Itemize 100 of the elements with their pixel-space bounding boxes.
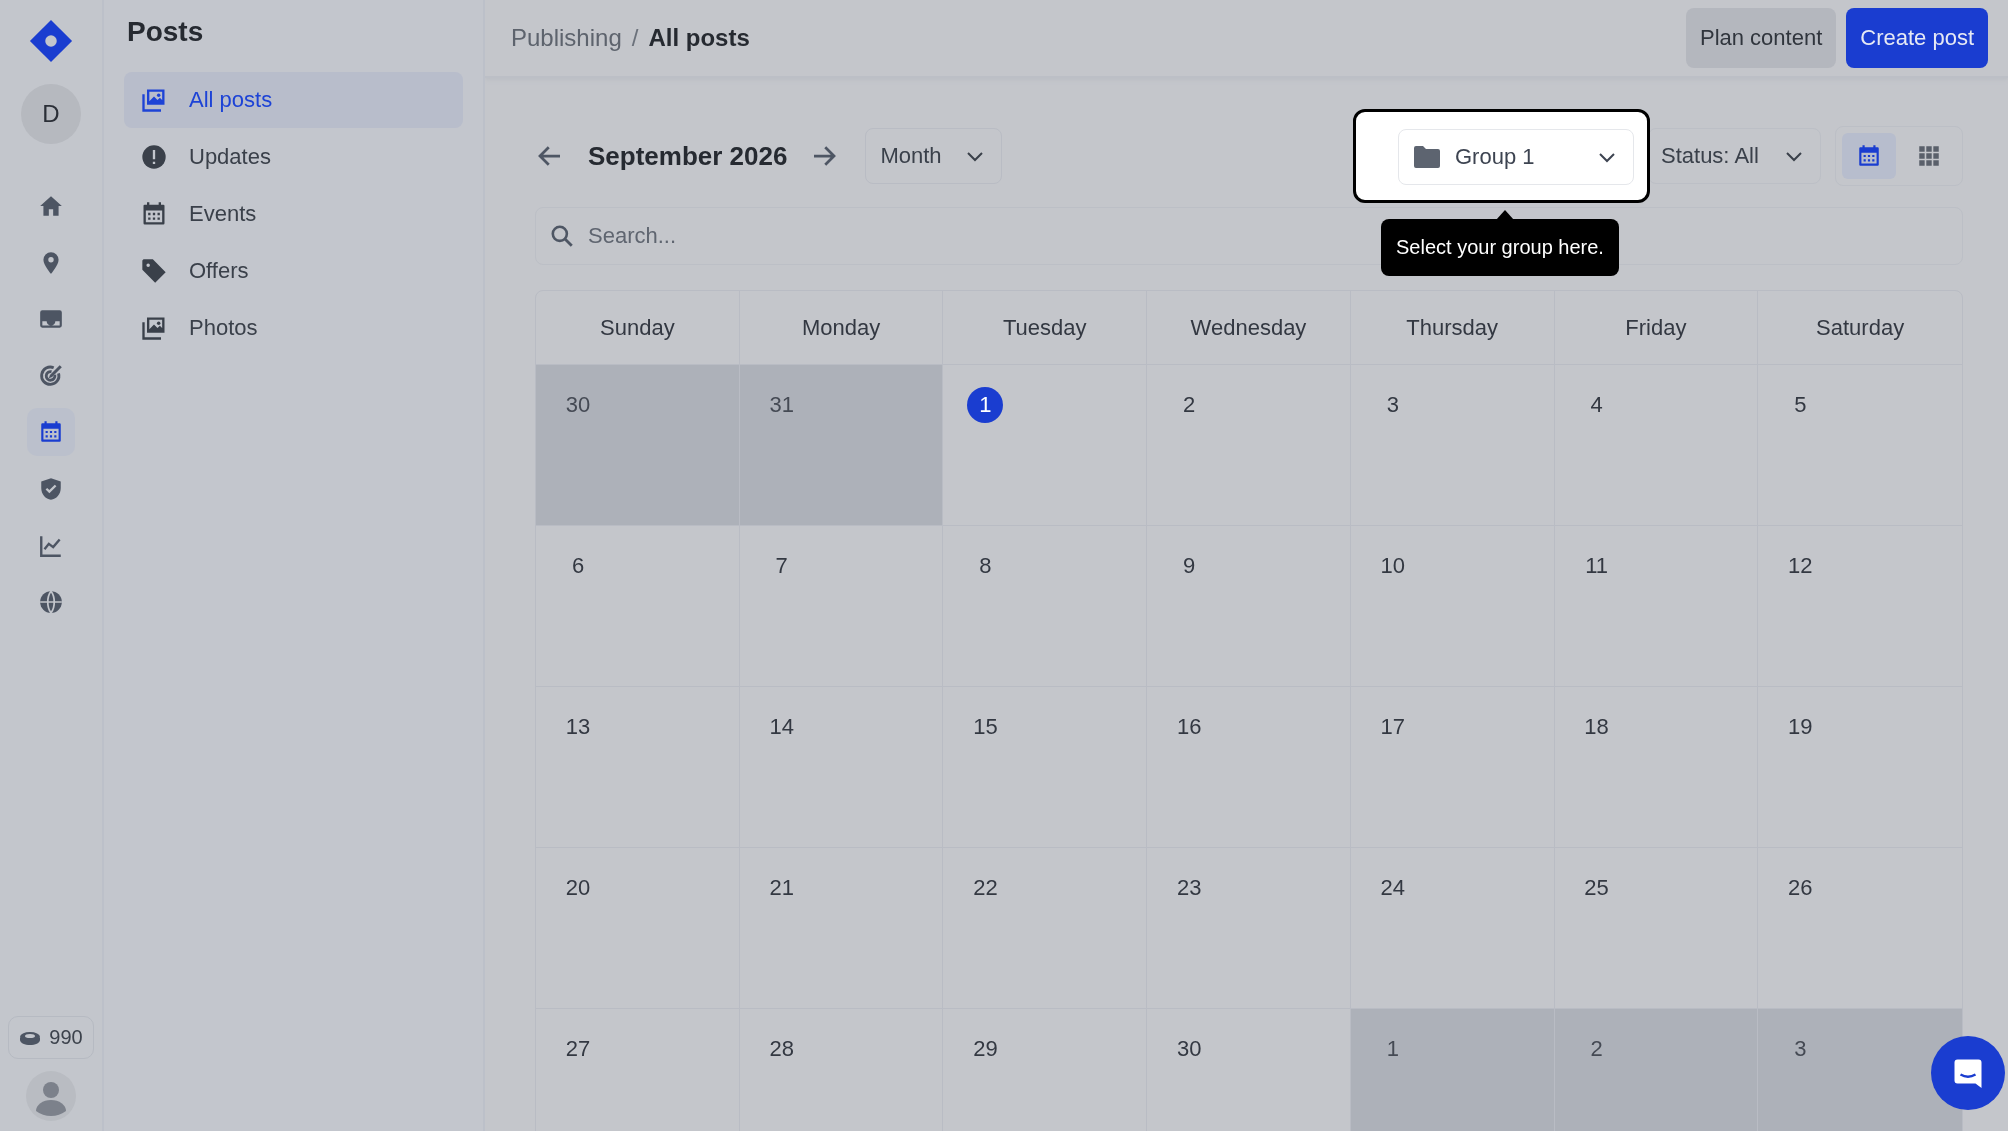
day-cell[interactable]: 10 bbox=[1350, 526, 1555, 687]
day-cell[interactable]: 21 bbox=[739, 848, 944, 1009]
calendar-icon bbox=[1856, 143, 1882, 169]
account-avatar[interactable]: D bbox=[21, 84, 81, 144]
day-cell[interactable]: 7 bbox=[739, 526, 944, 687]
plan-content-button[interactable]: Plan content bbox=[1685, 8, 1837, 68]
day-number: 2 bbox=[1182, 391, 1197, 419]
target-pencil-icon bbox=[38, 362, 64, 389]
day-cell[interactable]: 3 bbox=[1350, 365, 1555, 526]
day-cell[interactable]: 1 bbox=[1350, 1009, 1555, 1131]
day-cell[interactable]: 11 bbox=[1554, 526, 1759, 687]
day-number: 31 bbox=[768, 391, 795, 419]
day-cell[interactable]: 4 bbox=[1554, 365, 1759, 526]
day-cell[interactable]: 22 bbox=[943, 848, 1148, 1009]
day-number: 8 bbox=[978, 552, 993, 580]
day-number: 3 bbox=[1793, 1035, 1808, 1063]
day-cell[interactable]: 16 bbox=[1147, 687, 1351, 848]
user-avatar-icon bbox=[26, 1071, 76, 1121]
create-post-button[interactable]: Create post bbox=[1846, 8, 1988, 68]
day-cell[interactable]: 12 bbox=[1758, 526, 1962, 687]
shield-check-icon bbox=[38, 475, 64, 502]
search-icon bbox=[549, 223, 575, 249]
day-cell[interactable]: 5 bbox=[1758, 365, 1962, 526]
day-cell[interactable]: 15 bbox=[943, 687, 1148, 848]
day-number: 4 bbox=[1589, 391, 1604, 419]
day-number: 26 bbox=[1787, 874, 1814, 902]
day-number: 28 bbox=[768, 1035, 795, 1063]
day-number: 3 bbox=[1385, 391, 1400, 419]
day-cell[interactable]: 9 bbox=[1147, 526, 1351, 687]
day-cell[interactable]: 1 bbox=[943, 365, 1148, 526]
day-cell[interactable]: 14 bbox=[739, 687, 944, 848]
day-number: 1 bbox=[1385, 1035, 1400, 1063]
credits-count: 990 bbox=[49, 1026, 83, 1049]
dropdown-value: Group 1 bbox=[1455, 144, 1535, 170]
day-number: 6 bbox=[570, 552, 586, 580]
sidebar-item[interactable]: Offers bbox=[124, 243, 463, 299]
day-cell[interactable]: 13 bbox=[536, 687, 740, 848]
day-number: 30 bbox=[1175, 1035, 1203, 1063]
day-cell[interactable]: 17 bbox=[1350, 687, 1555, 848]
day-number: 18 bbox=[1583, 713, 1610, 741]
sidebar-item[interactable]: Photos bbox=[124, 300, 463, 356]
day-number: 30 bbox=[564, 391, 592, 419]
group-dropdown[interactable]: Group 1 bbox=[1398, 129, 1634, 185]
day-number: 15 bbox=[972, 713, 999, 741]
day-number: 27 bbox=[564, 1035, 592, 1063]
sidebar-title: Posts bbox=[127, 16, 205, 48]
day-number: 20 bbox=[564, 874, 592, 902]
coin-icon bbox=[19, 1029, 42, 1046]
day-cell[interactable]: 20 bbox=[536, 848, 740, 1009]
day-number: 25 bbox=[1583, 874, 1610, 902]
day-cell[interactable]: 30 bbox=[1147, 1009, 1351, 1131]
folder-icon bbox=[1413, 145, 1441, 169]
breadcrumb-link[interactable]: Publishing bbox=[511, 24, 622, 52]
day-number: 12 bbox=[1787, 552, 1814, 580]
day-cell[interactable]: 6 bbox=[536, 526, 740, 687]
day-cell[interactable]: 19 bbox=[1758, 687, 1962, 848]
month-title: September 2026 bbox=[588, 140, 788, 172]
day-number: 19 bbox=[1787, 713, 1814, 741]
day-cell[interactable]: 3 bbox=[1758, 1009, 1962, 1131]
weekday-header: Wednesday bbox=[1147, 291, 1351, 365]
day-number: 17 bbox=[1379, 713, 1407, 741]
view-dropdown[interactable]: Month bbox=[865, 128, 1003, 184]
day-number: 14 bbox=[768, 713, 795, 741]
today-marker: 1 bbox=[967, 387, 1004, 423]
day-number: 13 bbox=[564, 713, 592, 741]
sidebar-item[interactable]: Events bbox=[124, 186, 463, 242]
tag-icon bbox=[140, 257, 168, 285]
day-cell[interactable]: 31 bbox=[739, 365, 944, 526]
weekday-header: Saturday bbox=[1758, 291, 1962, 365]
breadcrumb-separator: / bbox=[631, 24, 639, 52]
day-cell[interactable]: 29 bbox=[943, 1009, 1148, 1131]
day-cell[interactable]: 2 bbox=[1147, 365, 1351, 526]
exclamation-icon bbox=[140, 143, 168, 171]
day-cell[interactable]: 23 bbox=[1147, 848, 1351, 1009]
day-cell[interactable]: 8 bbox=[943, 526, 1148, 687]
day-number: 5 bbox=[1793, 391, 1808, 419]
weekday-header: Friday bbox=[1554, 291, 1759, 365]
day-number: 2 bbox=[1589, 1035, 1604, 1063]
sidebar-item[interactable]: All posts bbox=[124, 72, 463, 128]
day-number: 23 bbox=[1175, 874, 1203, 902]
day-number: 22 bbox=[972, 874, 999, 902]
breadcrumb-current: All posts bbox=[648, 24, 750, 52]
day-number: 9 bbox=[1182, 552, 1197, 580]
weekday-header: Tuesday bbox=[943, 291, 1148, 365]
day-number: 24 bbox=[1379, 874, 1407, 902]
weekday-header: Thursday bbox=[1350, 291, 1555, 365]
day-number: 7 bbox=[774, 552, 789, 580]
day-cell[interactable]: 30 bbox=[536, 365, 740, 526]
day-cell[interactable]: 27 bbox=[536, 1009, 740, 1131]
day-cell[interactable]: 18 bbox=[1554, 687, 1759, 848]
day-number: 16 bbox=[1175, 713, 1203, 741]
day-number: 29 bbox=[972, 1035, 999, 1063]
day-cell[interactable]: 2 bbox=[1554, 1009, 1759, 1131]
grid-icon bbox=[1916, 143, 1942, 169]
day-cell[interactable]: 28 bbox=[739, 1009, 944, 1131]
logo-icon bbox=[28, 18, 74, 64]
sidebar-item[interactable]: Updates bbox=[124, 129, 463, 185]
calendar-view-button[interactable] bbox=[1842, 133, 1896, 179]
nav-rail-item[interactable] bbox=[27, 408, 75, 457]
tooltip-text: Select your group here. bbox=[1396, 236, 1604, 258]
